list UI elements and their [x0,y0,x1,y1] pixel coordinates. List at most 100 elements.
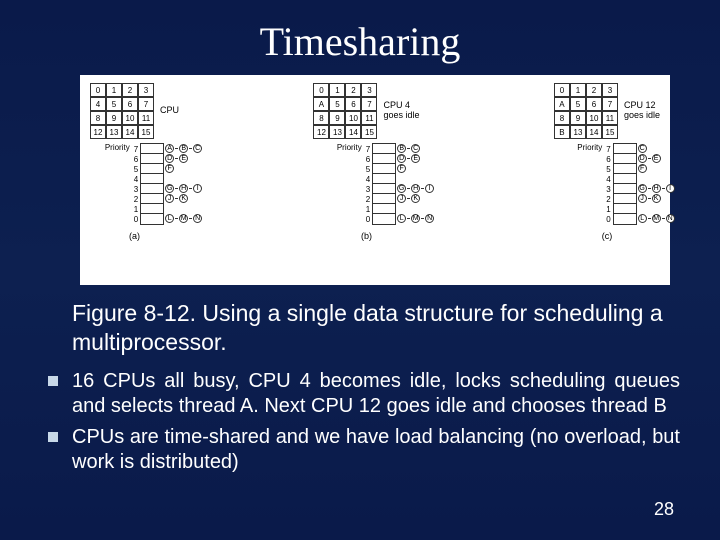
cpu-cell: 14 [345,125,361,139]
cpu-cell: 5 [329,97,345,111]
cpu-cell: 10 [345,111,361,125]
cpu-grid: 0123A567891011B131415 [554,83,618,139]
cpu-cell: A [313,97,329,111]
chain-link-icon [421,188,424,189]
queue-node: G [397,184,406,193]
priority-slot: ABC [141,144,163,154]
queue-chain: LMN [638,214,675,223]
priority-number: 4 [606,175,610,185]
queue-node: L [638,214,647,223]
priority-number: 2 [366,195,370,205]
queue-node: N [666,214,675,223]
queue-node: L [397,214,406,223]
chain-link-icon [662,188,665,189]
priority-number: 2 [606,195,610,205]
cpu-cell: 11 [361,111,377,125]
priority-queue-stack: CDEFGHIJKLMN [613,143,637,225]
figure-8-12: 0123456789101112131415CPUPriority7654321… [80,75,670,285]
queue-node: C [411,144,420,153]
queue-chain: GHI [638,184,675,193]
queue-chain: JK [638,194,661,203]
queue-chain: F [397,164,406,173]
priority-number: 7 [366,145,370,155]
cpu-side-label: CPU 12 goes idle [624,101,660,121]
queue-chain: F [165,164,174,173]
priority-slot: DE [141,154,163,164]
cpu-cell: 6 [122,97,138,111]
priority-slot: GHI [614,184,636,194]
page-number: 28 [654,499,674,520]
queue-chain: DE [638,154,661,163]
figure-panel: 0123A56789101112131415CPU 4 goes idlePri… [313,83,419,277]
cpu-cell: 13 [106,125,122,139]
chain-link-icon [407,148,410,149]
figure-caption: Figure 8-12. Using a single data structu… [72,299,680,357]
queue-chain: LMN [397,214,434,223]
cpu-side-label: CPU [160,106,179,116]
queue-node: C [638,144,647,153]
queue-node: F [638,164,647,173]
queue-node: J [165,194,174,203]
queue-node: J [397,194,406,203]
square-bullet-icon [48,376,58,386]
queue-node: D [397,154,406,163]
chain-link-icon [407,198,410,199]
queue-chain: ABC [165,144,202,153]
cpu-cell: B [554,125,570,139]
queue-chain: DE [165,154,188,163]
chain-link-icon [648,158,651,159]
priority-slot [373,204,395,214]
priority-slot: JK [614,194,636,204]
cpu-cell: 10 [586,111,602,125]
chain-link-icon [407,218,410,219]
queue-chain: LMN [165,214,202,223]
queue-chain: C [638,144,647,153]
cpu-cell: 2 [586,83,602,97]
priority-slot [614,174,636,184]
queue-chain: GHI [165,184,202,193]
priority-number: 6 [134,155,138,165]
cpu-grid: 0123A56789101112131415 [313,83,377,139]
cpu-cell: 8 [554,111,570,125]
queue-chain: GHI [397,184,434,193]
queue-chain: JK [165,194,188,203]
queue-node: K [411,194,420,203]
queue-node: G [638,184,647,193]
priority-queue-stack: ABCDEFGHIJKLMN [140,143,164,225]
bullet-text: 16 CPUs all busy, CPU 4 becomes idle, lo… [72,369,680,419]
priority-number: 7 [134,145,138,155]
priority-slot [373,174,395,184]
panel-sublabel: (a) [129,231,140,241]
priority-slot: F [614,164,636,174]
cpu-cell: 11 [602,111,618,125]
panel-sublabel: (b) [361,231,372,241]
priority-slot: DE [373,154,395,164]
queue-node: E [179,154,188,163]
priority-number: 6 [606,155,610,165]
queue-node: N [193,214,202,223]
priority-number: 0 [606,215,610,225]
queue-node: G [165,184,174,193]
priority-slot: LMN [141,214,163,224]
cpu-cell: 3 [602,83,618,97]
priority-slot [141,204,163,214]
queue-node: E [652,154,661,163]
bullet-text: CPUs are time-shared and we have load ba… [72,425,680,475]
priority-slot: F [373,164,395,174]
cpu-cell: 1 [329,83,345,97]
priority-number: 1 [134,205,138,215]
priority-number: 2 [134,195,138,205]
priority-number: 4 [134,175,138,185]
cpu-cell: 13 [570,125,586,139]
chain-link-icon [662,218,665,219]
priority-label: Priority [105,143,130,152]
priority-number: 6 [366,155,370,165]
priority-number: 5 [606,165,610,175]
queue-node: F [397,164,406,173]
cpu-cell: 4 [90,97,106,111]
queue-chain: F [638,164,647,173]
priority-number: 0 [366,215,370,225]
queue-node: M [179,214,188,223]
chain-link-icon [175,158,178,159]
cpu-cell: 9 [329,111,345,125]
